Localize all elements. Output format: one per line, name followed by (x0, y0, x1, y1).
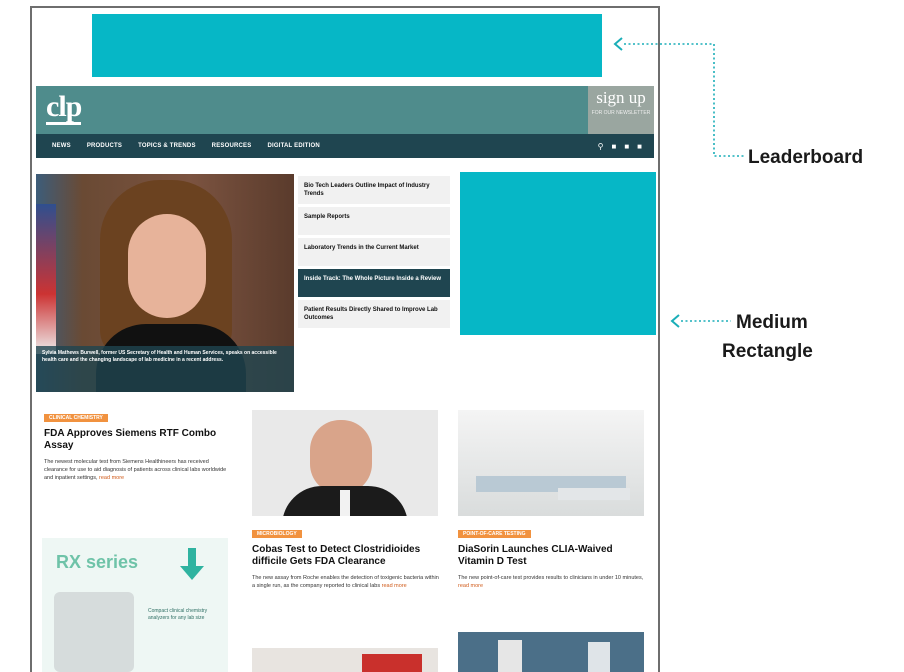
search-icon[interactable]: ⚲ (598, 142, 604, 151)
article-title[interactable]: DiaSorin Launches CLIA-Waived Vitamin D … (458, 544, 646, 568)
article-title[interactable]: Cobas Test to Detect Clostridioides diff… (252, 544, 440, 568)
nav-item-news[interactable]: News (52, 143, 71, 149)
browser-frame: clp sign up FOR OUR NEWSLETTER News Prod… (30, 6, 660, 672)
signup-subtitle: FOR OUR NEWSLETTER (591, 110, 651, 116)
story-item[interactable]: Bio Tech Leaders Outline Impact of Indus… (298, 176, 450, 204)
nav-item-products[interactable]: Products (87, 143, 122, 149)
ad-text: Compact clinical chemistry analyzers for… (148, 608, 208, 621)
lab-worker (588, 642, 610, 672)
article-tag[interactable]: Point-of-Care Testing (458, 530, 531, 538)
story-item[interactable]: Sample Reports (298, 207, 450, 235)
article-column-1: Clinical Chemistry FDA Approves Siemens … (44, 406, 230, 482)
story-item[interactable]: Laboratory Trends in the Current Market (298, 238, 450, 266)
medium-rectangle-arrowhead (670, 314, 680, 328)
linkedin-icon[interactable]: ■ (637, 142, 642, 151)
article-body-text: The newest molecular test from Siemens H… (44, 459, 227, 481)
article-summary: The new point-of-care test provides resu… (458, 574, 646, 590)
article-image[interactable] (458, 410, 644, 516)
nav-item-resources[interactable]: Resources (212, 143, 252, 149)
hero-image[interactable]: Sylvia Mathews Burwell, former US Secret… (36, 174, 294, 392)
callout-medium-rectangle-line1: Medium (736, 312, 808, 333)
site-header: clp sign up FOR OUR NEWSLETTER (36, 86, 654, 134)
hero-person-face (128, 214, 206, 318)
hero-flag (36, 204, 56, 354)
facebook-icon[interactable]: ■ (611, 142, 616, 151)
signup-title: sign up (596, 88, 646, 107)
ad-brand: RX series (56, 552, 139, 572)
article-image-object (362, 654, 422, 672)
article-image[interactable] (458, 632, 644, 672)
lab-worker (498, 640, 522, 672)
analyzer-machine (54, 592, 134, 672)
callout-leaderboard: Leaderboard (748, 147, 864, 168)
read-more-link[interactable]: read more (458, 583, 483, 589)
story-item-active[interactable]: Inside Track: The Whole Picture Inside a… (298, 269, 450, 297)
article-title[interactable]: FDA Approves Siemens RTF Combo Assay (44, 428, 230, 452)
rx-series-ad[interactable]: RX series Compact clinical chemistry ana… (42, 538, 228, 672)
callout-medium-rectangle-line2: Rectangle (722, 341, 813, 362)
article-tag[interactable]: Clinical Chemistry (44, 414, 108, 422)
nav-icons: ⚲ ■ ■ ■ (598, 142, 642, 151)
article-tag[interactable]: Microbiology (252, 530, 302, 538)
read-more-link[interactable]: read more (382, 583, 407, 589)
article-summary: The new assay from Roche enables the det… (252, 574, 440, 590)
hero-caption[interactable]: Sylvia Mathews Burwell, former US Secret… (36, 346, 294, 392)
article-image[interactable] (252, 410, 438, 516)
read-more-link[interactable]: read more (99, 475, 124, 481)
person-shirt (340, 490, 350, 516)
nav-item-topics[interactable]: Topics & Trends (138, 143, 196, 149)
medium-rectangle-ad-slot[interactable] (460, 172, 656, 335)
site-logo[interactable]: clp (46, 92, 82, 125)
article-column-2: Microbiology Cobas Test to Detect Clostr… (252, 522, 440, 590)
story-item[interactable]: Patient Results Directly Shared to Impro… (298, 300, 450, 328)
nav-item-digital-edition[interactable]: Digital Edition (267, 143, 319, 149)
article-summary: The newest molecular test from Siemens H… (44, 458, 230, 482)
signup-button[interactable]: sign up FOR OUR NEWSLETTER (588, 86, 654, 134)
leaderboard-ad-slot[interactable] (92, 14, 602, 77)
test-tubes (558, 488, 630, 500)
story-list: Bio Tech Leaders Outline Impact of Indus… (298, 176, 450, 331)
arrow-down-icon (180, 548, 204, 582)
article-body-text: The new assay from Roche enables the det… (252, 575, 439, 589)
person-head (310, 420, 372, 494)
twitter-icon[interactable]: ■ (624, 142, 629, 151)
main-nav: News Products Topics & Trends Resources … (36, 134, 654, 158)
article-image[interactable] (252, 648, 438, 672)
article-column-3: Point-of-Care Testing DiaSorin Launches … (458, 522, 646, 590)
article-body-text: The new point-of-care test provides resu… (458, 575, 644, 581)
